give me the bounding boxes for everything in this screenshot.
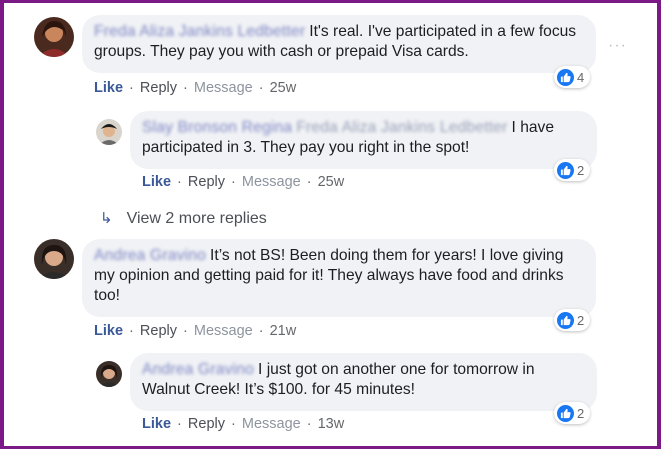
reply-link[interactable]: Reply bbox=[140, 80, 177, 96]
view-more-replies[interactable]: ↳ View 2 more replies bbox=[100, 209, 267, 228]
reaction-count[interactable]: 2 bbox=[554, 159, 591, 181]
comment-actions: Like · Reply · Message · 13w bbox=[142, 416, 345, 432]
reaction-number: 2 bbox=[577, 162, 585, 178]
like-reaction-icon bbox=[557, 68, 574, 86]
reaction-count[interactable]: 2 bbox=[554, 402, 591, 424]
like-link[interactable]: Like bbox=[142, 174, 171, 190]
timestamp[interactable]: 25w bbox=[270, 80, 297, 96]
comment-actions: Like · Reply · Message · 25w bbox=[142, 174, 345, 190]
comment-author[interactable]: Andrea Gravino bbox=[94, 247, 206, 264]
comment-bubble: Freda Aliza Jankins Ledbetter It's real. … bbox=[82, 15, 596, 73]
avatar[interactable] bbox=[34, 17, 74, 57]
comment-bubble: Andrea Gravino I just got on another one … bbox=[130, 353, 597, 411]
more-options-icon[interactable]: ··· bbox=[608, 37, 627, 55]
reaction-count[interactable]: 2 bbox=[554, 309, 591, 331]
avatar[interactable] bbox=[34, 239, 74, 279]
like-link[interactable]: Like bbox=[94, 80, 123, 96]
view-more-label[interactable]: View 2 more replies bbox=[127, 210, 267, 227]
timestamp[interactable]: 25w bbox=[318, 174, 345, 190]
comment-bubble: Slay Bronson Regina Freda Aliza Jankins L… bbox=[130, 111, 597, 169]
reaction-number: 2 bbox=[577, 405, 585, 421]
avatar[interactable] bbox=[96, 119, 122, 145]
message-link[interactable]: Message bbox=[194, 323, 253, 339]
comment-author[interactable]: Andrea Gravino bbox=[142, 361, 254, 378]
reaction-number: 4 bbox=[577, 69, 585, 85]
comments-panel: Freda Aliza Jankins Ledbetter It's real. … bbox=[20, 3, 640, 443]
avatar[interactable] bbox=[96, 361, 122, 387]
like-link[interactable]: Like bbox=[94, 323, 123, 339]
like-reaction-icon bbox=[557, 404, 574, 422]
like-reaction-icon bbox=[557, 161, 574, 179]
comment-bubble: Andrea Gravino It’s not BS! Been doing th… bbox=[82, 239, 596, 317]
comment-author[interactable]: Slay Bronson Regina bbox=[142, 119, 292, 136]
reply-arrow-icon: ↳ bbox=[100, 210, 113, 227]
message-link[interactable]: Message bbox=[242, 174, 301, 190]
reply-link[interactable]: Reply bbox=[140, 323, 177, 339]
comment-actions: Like · Reply · Message · 21w bbox=[94, 323, 297, 339]
timestamp[interactable]: 13w bbox=[318, 416, 345, 432]
comment-author[interactable]: Freda Aliza Jankins Ledbetter bbox=[94, 23, 305, 40]
mentioned-user[interactable]: Freda Aliza Jankins Ledbetter bbox=[296, 119, 507, 136]
like-link[interactable]: Like bbox=[142, 416, 171, 432]
like-reaction-icon bbox=[557, 311, 574, 329]
reply-link[interactable]: Reply bbox=[188, 174, 225, 190]
message-link[interactable]: Message bbox=[194, 80, 253, 96]
reply-link[interactable]: Reply bbox=[188, 416, 225, 432]
reaction-number: 2 bbox=[577, 312, 585, 328]
timestamp[interactable]: 21w bbox=[270, 323, 297, 339]
reaction-count[interactable]: 4 bbox=[554, 66, 591, 88]
comment-actions: Like · Reply · Message · 25w bbox=[94, 80, 297, 96]
message-link[interactable]: Message bbox=[242, 416, 301, 432]
